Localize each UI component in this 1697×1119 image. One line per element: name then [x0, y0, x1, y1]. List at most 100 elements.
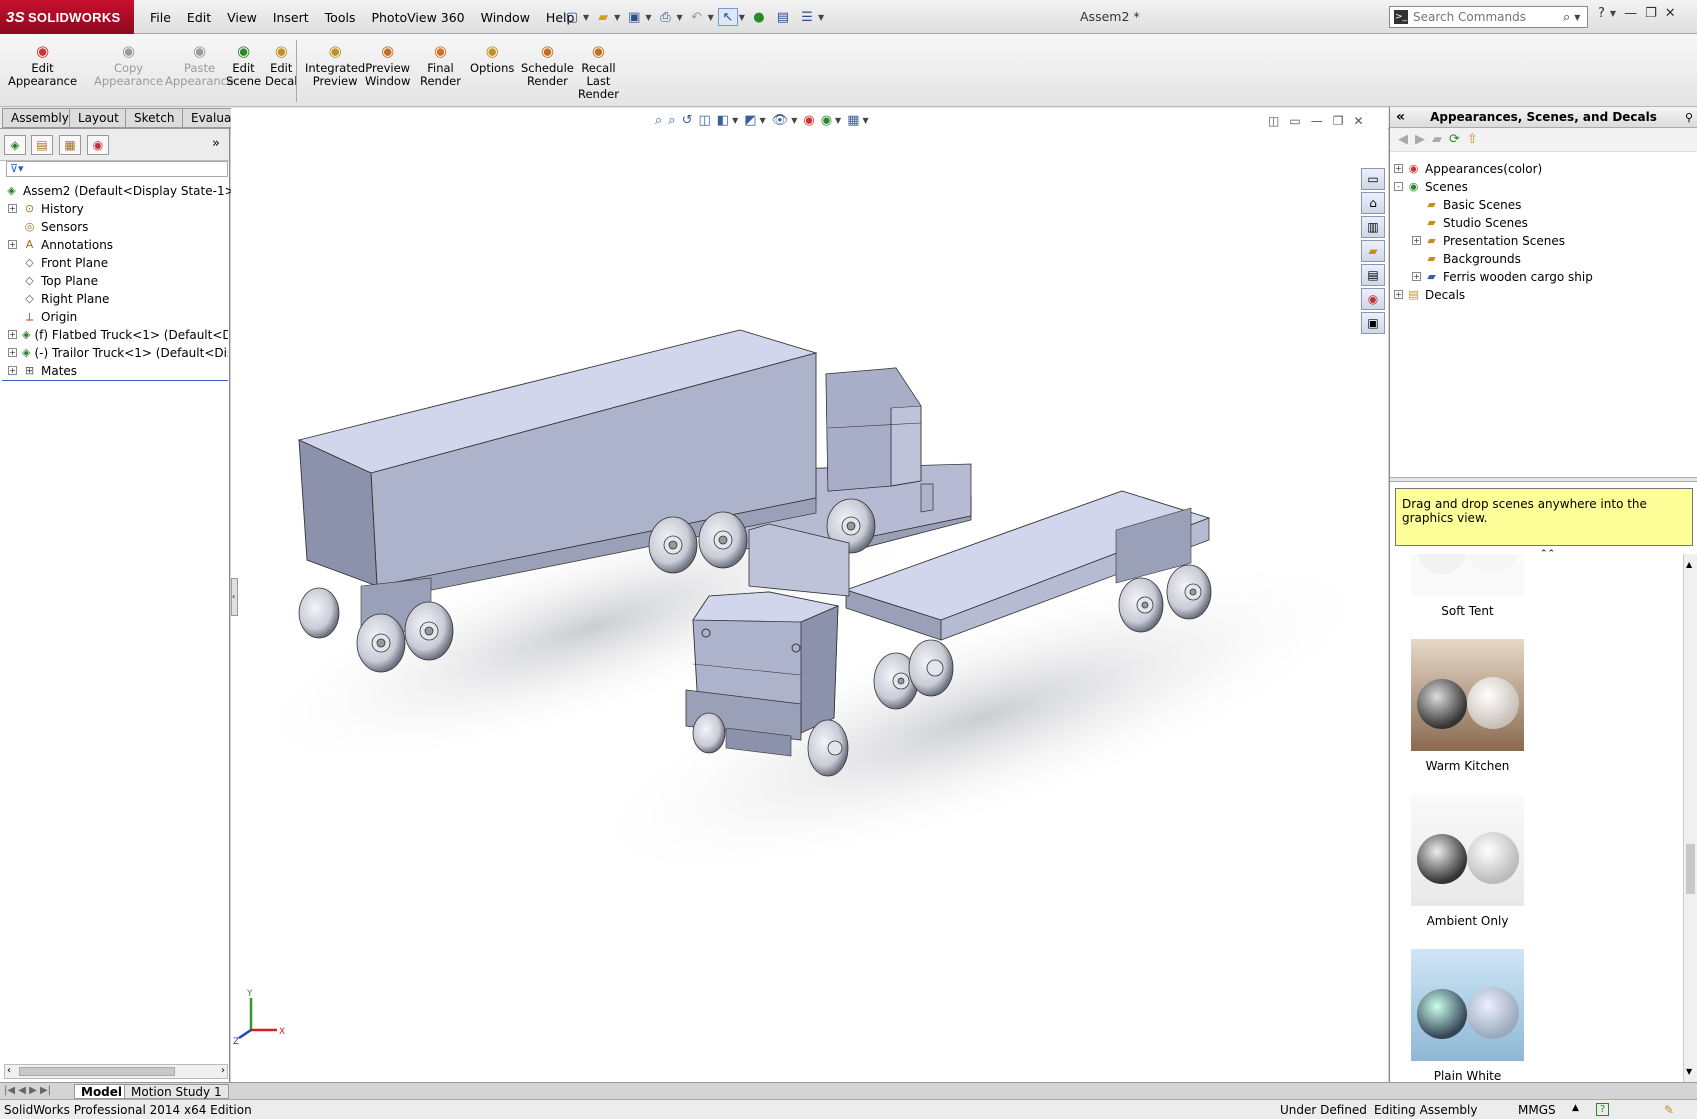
menu-edit[interactable]: Edit — [179, 10, 219, 25]
search-commands-box[interactable]: >_ ⌕ ▼ — [1389, 6, 1588, 28]
library-item-appearances-color[interactable]: ◉ Appearances(color) — [1406, 160, 1543, 177]
chevron-down-icon[interactable]: ▼ — [1574, 13, 1580, 22]
tab-assembly[interactable]: Assembly — [2, 108, 78, 128]
tree-item-origin[interactable]: ⟂ Origin — [22, 308, 228, 325]
restore-icon[interactable]: ❐ — [1333, 114, 1344, 128]
chevron-down-icon[interactable]: ▼ — [760, 116, 766, 125]
scene-thumbnail-soft-tent[interactable]: Soft Tent — [1410, 554, 1525, 618]
chevron-down-icon[interactable]: ▼ — [676, 13, 682, 22]
help-icon[interactable]: ? — [1598, 6, 1605, 21]
library-item-basic-scenes[interactable]: ▰ Basic Scenes — [1424, 196, 1521, 213]
solidworks-resources-icon[interactable]: ▭ — [1361, 168, 1385, 190]
rebuild-traffic-light-icon[interactable]: ● — [749, 8, 769, 26]
library-item-decals[interactable]: ▤ Decals — [1406, 286, 1465, 303]
chevron-down-icon[interactable]: ▼ — [1610, 9, 1616, 18]
expand-toggle-icon[interactable]: - — [1394, 182, 1403, 191]
chevron-down-icon[interactable]: ▼ — [835, 116, 841, 125]
library-item-scenes[interactable]: ◉ Scenes — [1406, 178, 1468, 195]
expand-toggle-icon[interactable]: + — [8, 330, 17, 339]
minimize-icon[interactable]: — — [1624, 6, 1637, 21]
chevron-down-icon[interactable]: ▼ — [583, 13, 589, 22]
design-library-icon[interactable]: ▥ — [1361, 216, 1385, 238]
options-list-icon[interactable]: ☰ — [797, 8, 817, 26]
command-edit-scene[interactable]: ◉ Edit Scene — [226, 42, 261, 88]
split-view-icon[interactable]: ◫ — [1268, 114, 1279, 128]
undo-icon[interactable]: ↶ — [687, 8, 707, 26]
expand-toggle-icon[interactable]: + — [8, 366, 17, 375]
display-manager-icon[interactable]: ◉ — [87, 135, 109, 155]
notification-icon[interactable]: ✎ — [1664, 1103, 1674, 1117]
pin-icon[interactable]: ⚲ — [1685, 111, 1693, 124]
refresh-icon[interactable]: ⟳ — [1449, 132, 1460, 147]
tab-nav-arrows-icon[interactable]: |◀ ◀ ▶ ▶| — [4, 1085, 51, 1096]
tree-item-right-plane[interactable]: ◇ Right Plane — [22, 290, 228, 307]
chevron-down-icon[interactable]: ▼ — [739, 13, 745, 22]
file-explorer-icon[interactable]: ▰ — [1361, 240, 1385, 262]
menu-photoview-360[interactable]: PhotoView 360 — [363, 10, 472, 25]
menu-view[interactable]: View — [219, 10, 265, 25]
new-document-icon[interactable]: ▢ — [562, 8, 582, 26]
pane-splitter[interactable] — [1390, 477, 1697, 482]
expand-toggle-icon[interactable]: + — [8, 348, 17, 357]
command-edit-decal[interactable]: ◉ Edit Decal — [265, 42, 298, 88]
units-menu-icon[interactable]: ▲ — [1572, 1103, 1579, 1113]
minimize-icon[interactable]: — — [1311, 114, 1323, 128]
collapse-pane-icon[interactable]: « — [1396, 109, 1405, 125]
search-icon[interactable]: ⌕ — [1563, 10, 1570, 25]
panel-collapse-handle[interactable]: ‹ — [231, 578, 238, 616]
back-icon[interactable]: ◀ — [1398, 132, 1408, 147]
command-options[interactable]: ◉ Options — [470, 42, 514, 75]
chevron-down-icon[interactable]: ▼ — [862, 116, 868, 125]
solidworks-logo[interactable]: 3S SOLIDWORKS — [0, 0, 134, 34]
command-edit-appearance[interactable]: ◉ Edit Appearance — [8, 42, 77, 88]
appearances-scenes-icon[interactable]: ◉ — [1361, 288, 1385, 310]
custom-properties-icon[interactable]: ▣ — [1361, 312, 1385, 334]
rollback-bar[interactable] — [2, 380, 228, 381]
tab-layout[interactable]: Layout — [69, 108, 128, 128]
tree-item-f-flatbed-truck-1-default-disp[interactable]: ◈ (f) Flatbed Truck<1> (Default<Disp — [22, 326, 228, 343]
tree-item-history[interactable]: ⊙ History — [22, 200, 228, 217]
command-schedule-render[interactable]: ◉ Schedule Render — [521, 42, 574, 88]
tree-item-trailor-truck-1-default-displa[interactable]: ◈(-) Trailor Truck<1> (Default<Displa — [22, 344, 228, 361]
menu-file[interactable]: File — [142, 10, 179, 25]
command-paste-appearance[interactable]: ◉ Paste Appearance — [165, 42, 234, 88]
library-item-backgrounds[interactable]: ▰ Backgrounds — [1424, 250, 1521, 267]
command-preview-window[interactable]: ◉ Preview Window — [365, 42, 410, 88]
configuration-manager-icon[interactable]: ▦ — [59, 135, 81, 155]
up-folder-icon[interactable]: ⇧ — [1467, 132, 1478, 147]
search-input[interactable] — [1413, 10, 1563, 24]
expand-toggle-icon[interactable]: + — [1394, 164, 1403, 173]
view-palette-icon[interactable]: ▤ — [1361, 264, 1385, 286]
edit-appearance-icon[interactable]: ◉ — [803, 113, 814, 128]
menu-window[interactable]: Window — [473, 10, 538, 25]
display-style-icon[interactable]: ◩ — [744, 113, 756, 128]
zoom-to-area-icon[interactable]: ⌕ — [668, 113, 675, 128]
save-icon[interactable]: ▣ — [624, 8, 644, 26]
feature-tree-scrollbar[interactable]: ‹ › — [4, 1064, 228, 1079]
expand-toggle-icon[interactable]: + — [8, 204, 17, 213]
bottom-tab-motion-study-1[interactable]: Motion Study 1 — [124, 1084, 229, 1099]
home-icon[interactable]: ⌂ — [1361, 192, 1385, 214]
library-item-presentation-scenes[interactable]: ▰ Presentation Scenes — [1424, 232, 1565, 249]
close-icon[interactable]: ✕ — [1353, 114, 1363, 128]
expand-toggle-icon[interactable]: + — [1412, 272, 1421, 281]
command-integrated-preview[interactable]: ◉ Integrated Preview — [305, 42, 365, 88]
tree-item-annotations[interactable]: A Annotations — [22, 236, 228, 253]
select-cursor-icon[interactable]: ↖ — [717, 8, 738, 26]
chevron-down-icon[interactable]: ▼ — [614, 13, 620, 22]
expand-toggle-icon[interactable]: + — [8, 240, 17, 249]
scene-thumbnail-plain-white[interactable]: Plain White — [1410, 949, 1525, 1082]
print-icon[interactable]: ⎙ — [655, 8, 675, 26]
close-icon[interactable]: ✕ — [1665, 6, 1676, 21]
chevron-down-icon[interactable]: ▼ — [708, 13, 714, 22]
gallery-scrollbar[interactable]: ▲ ▼ — [1683, 554, 1697, 1082]
bottom-tab-model[interactable]: Model — [74, 1084, 130, 1099]
command-copy-appearance[interactable]: ◉ Copy Appearance — [94, 42, 163, 88]
tree-root-assembly[interactable]: ◈ Assem2 (Default<Display State-1>) — [4, 182, 239, 199]
hide-show-items-icon[interactable]: 👁 — [772, 113, 789, 128]
graphics-area[interactable]: Y X Z — [231, 108, 1388, 1082]
zoom-to-fit-icon[interactable]: ⌕ — [655, 113, 662, 128]
apply-scene-icon[interactable]: ◉ — [821, 113, 832, 128]
add-folder-icon[interactable]: ▰ — [1432, 132, 1442, 147]
chevron-down-icon[interactable]: ▼ — [818, 13, 824, 22]
